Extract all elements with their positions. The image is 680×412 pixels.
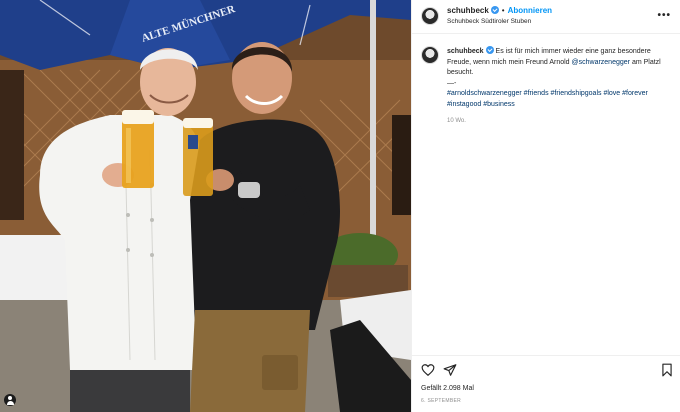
caption-username[interactable]: schuhbeck bbox=[447, 48, 484, 55]
action-bar: Gefällt 2.098 Mal 6. SEPTEMBER bbox=[412, 355, 680, 412]
post-date: 6. SEPTEMBER bbox=[421, 398, 461, 404]
caption-avatar[interactable] bbox=[421, 46, 439, 64]
verified-badge-icon bbox=[490, 6, 499, 14]
photo-illustration: ALTE MÜNCHNER bbox=[0, 0, 411, 412]
avatar[interactable] bbox=[421, 7, 439, 25]
hashtag-link[interactable]: #business bbox=[483, 101, 515, 108]
hashtag-link[interactable]: #friendshipgoals bbox=[551, 90, 602, 97]
verified-badge-icon bbox=[485, 46, 494, 54]
location-link[interactable]: Schuhbeck Südtiroler Stuben bbox=[447, 18, 531, 25]
tagged-user-icon[interactable] bbox=[4, 394, 16, 406]
send-icon[interactable] bbox=[443, 363, 457, 377]
post-photo[interactable]: ALTE MÜNCHNER bbox=[0, 0, 411, 412]
post-age: 10 Wo. bbox=[447, 118, 466, 124]
caption-divider: —- bbox=[447, 79, 457, 87]
post-details-panel: schuhbeck • Abonnieren Schuhbeck Südtirole… bbox=[411, 0, 680, 412]
mention-link[interactable]: @schwarzenegger bbox=[572, 59, 630, 66]
username-link[interactable]: schuhbeck bbox=[447, 6, 489, 15]
hashtag-link[interactable]: #forever bbox=[622, 90, 648, 97]
hashtag-link[interactable]: #arnoldschwarzenegger bbox=[447, 90, 522, 97]
follow-button[interactable]: Abonnieren bbox=[508, 6, 552, 15]
caption-text: schuhbeck Es ist für mich immer wieder e… bbox=[447, 46, 672, 127]
bookmark-icon[interactable] bbox=[660, 363, 674, 377]
more-options-icon[interactable]: ••• bbox=[657, 10, 671, 21]
hashtag-link[interactable]: #instagood bbox=[447, 101, 481, 108]
separator-dot: • bbox=[501, 6, 505, 15]
heart-icon[interactable] bbox=[421, 363, 435, 377]
hashtag-link[interactable]: #friends bbox=[524, 90, 549, 97]
header-user-line: schuhbeck • Abonnieren bbox=[447, 6, 552, 15]
post-header: schuhbeck • Abonnieren Schuhbeck Südtirole… bbox=[412, 0, 680, 34]
hashtag-link[interactable]: #love bbox=[603, 90, 620, 97]
likes-count[interactable]: Gefällt 2.098 Mal bbox=[421, 385, 474, 392]
